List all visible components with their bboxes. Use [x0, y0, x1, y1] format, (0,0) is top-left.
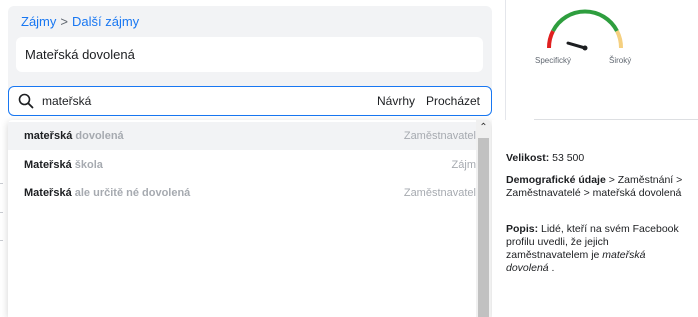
result-rest: ale určitě né dovolená: [71, 187, 191, 199]
info-demographics: Demografické údaje > Zaměstnání > Zaměst…: [506, 174, 686, 200]
result-rest: dovolená: [72, 130, 124, 142]
result-category: Zájm: [451, 159, 476, 171]
breadcrumb-interests[interactable]: Zájmy: [21, 14, 56, 29]
info-size: Velikost: 53 500: [506, 152, 686, 165]
search-results-dropdown: mateřská dovolená Zaměstnavatel Mateřská…: [8, 120, 491, 317]
size-label: Velikost:: [506, 152, 550, 164]
breadcrumb-separator: >: [60, 14, 68, 29]
edge-tick: [0, 212, 3, 213]
description-label: Popis:: [506, 223, 539, 235]
edge-tick: [0, 183, 3, 184]
gauge-label-broad: Široký: [609, 56, 632, 65]
interest-info-panel: Velikost: 53 500 Demografické údaje > Za…: [492, 120, 698, 317]
search-bar: Návrhy Procházet: [8, 86, 492, 116]
result-category: Zaměstnavatel: [403, 130, 476, 142]
edge-tick: [0, 240, 3, 241]
dropdown-scrollbar[interactable]: ⌃: [476, 120, 491, 317]
result-name: Mateřská ale určitě né dovolená: [24, 179, 190, 207]
suggestions-button[interactable]: Návrhy: [377, 94, 415, 108]
breadcrumb: Zájmy > Další zájmy: [21, 14, 139, 29]
size-value: 53 500: [552, 152, 585, 164]
breadcrumb-other-interests[interactable]: Další zájmy: [72, 14, 139, 29]
result-match: mateřská: [24, 130, 73, 142]
result-item[interactable]: Mateřská ale určitě né dovolená Zaměstna…: [8, 179, 476, 207]
gauge-pivot: [582, 45, 588, 51]
result-name: Mateřská škola: [24, 151, 103, 179]
search-input[interactable]: [42, 92, 342, 110]
result-item[interactable]: Mateřská škola Zájm: [8, 151, 476, 179]
result-category: Zaměstnavatel: [403, 187, 476, 199]
gauge-needle: [566, 41, 587, 50]
audience-editor: Zájmy > Další zájmy Mateřská dovolená Návr…: [0, 0, 505, 317]
gauge-label-specific: Specifický: [535, 56, 572, 65]
search-icon: [18, 93, 34, 109]
chevron-up-icon[interactable]: ⌃: [476, 122, 491, 136]
audience-gauge: [546, 9, 624, 51]
description-end: .: [548, 262, 555, 274]
result-match: Mateřská: [24, 159, 72, 171]
selected-interest[interactable]: Mateřská dovolená: [16, 37, 483, 72]
scroll-thumb[interactable]: [478, 138, 489, 317]
demographics-label: Demografické údaje: [506, 174, 606, 186]
result-name: mateřská dovolená: [24, 122, 124, 150]
browse-button[interactable]: Procházet: [426, 94, 480, 108]
info-description: Popis: Lidé, kteří na svém Facebook prof…: [506, 223, 686, 275]
result-item[interactable]: mateřská dovolená Zaměstnavatel: [8, 122, 476, 150]
result-match: Mateřská: [24, 187, 72, 199]
result-rest: škola: [71, 159, 103, 171]
